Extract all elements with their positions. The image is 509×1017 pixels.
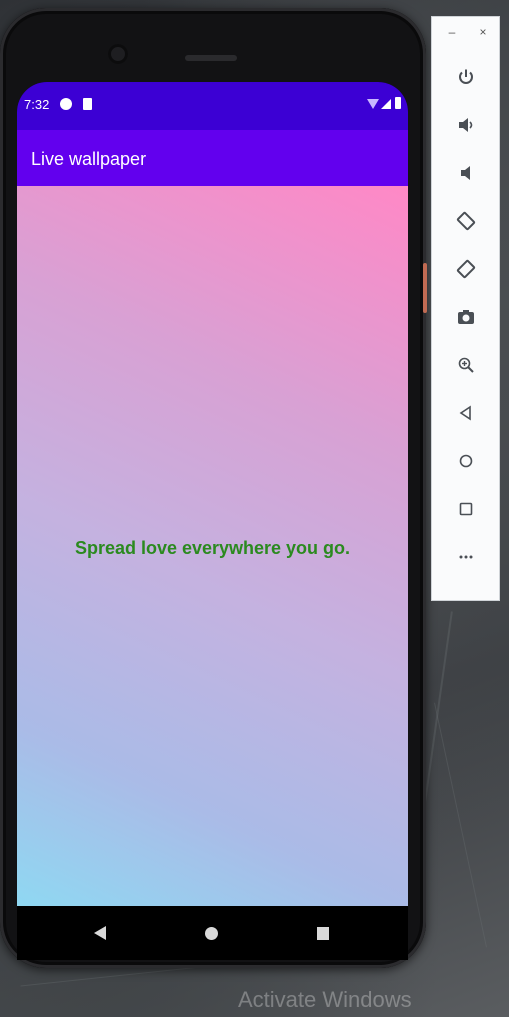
side-power-button[interactable]: [423, 263, 427, 313]
signal-icon: [381, 99, 391, 109]
volume-up-icon[interactable]: [432, 107, 499, 141]
status-time: 7:32: [24, 97, 50, 112]
rotate-right-icon[interactable]: [432, 251, 499, 285]
nav-home-icon[interactable]: [205, 927, 218, 940]
rotate-left-icon[interactable]: [432, 203, 499, 237]
windows-activation-watermark: Activate Windows: [238, 987, 412, 1012]
device-screen: 7:32 Live wallpaper Spread love everywhe…: [17, 82, 408, 960]
camera-icon[interactable]: [432, 299, 499, 333]
wallpaper-content[interactable]: Spread love everywhere you go.: [17, 186, 408, 906]
minimize-button[interactable]: –: [445, 25, 459, 39]
earpiece-speaker: [185, 55, 237, 61]
sync-icon: [60, 98, 72, 110]
front-camera: [108, 44, 128, 64]
wifi-icon: [367, 99, 379, 109]
battery-icon: [395, 97, 401, 109]
nav-back-icon[interactable]: [94, 926, 106, 940]
close-button[interactable]: ×: [476, 25, 490, 39]
quote-text: Spread love everywhere you go.: [74, 538, 351, 558]
app-bar: Live wallpaper: [17, 130, 408, 186]
zoom-icon[interactable]: [432, 347, 499, 381]
volume-down-icon[interactable]: [432, 155, 499, 189]
phone-frame: 7:32 Live wallpaper Spread love everywhe…: [0, 8, 427, 968]
navigation-bar: [17, 906, 408, 960]
home-icon[interactable]: [432, 443, 499, 477]
status-bar: 7:32: [17, 82, 408, 130]
overview-icon[interactable]: [432, 491, 499, 525]
more-icon[interactable]: [432, 539, 499, 573]
power-icon[interactable]: [432, 59, 499, 93]
app-title: Live wallpaper: [31, 149, 147, 169]
nav-recents-icon[interactable]: [317, 927, 329, 940]
back-icon[interactable]: [432, 395, 499, 429]
sd-card-icon: [83, 98, 92, 110]
emulator-toolbar: – ×: [431, 16, 500, 601]
